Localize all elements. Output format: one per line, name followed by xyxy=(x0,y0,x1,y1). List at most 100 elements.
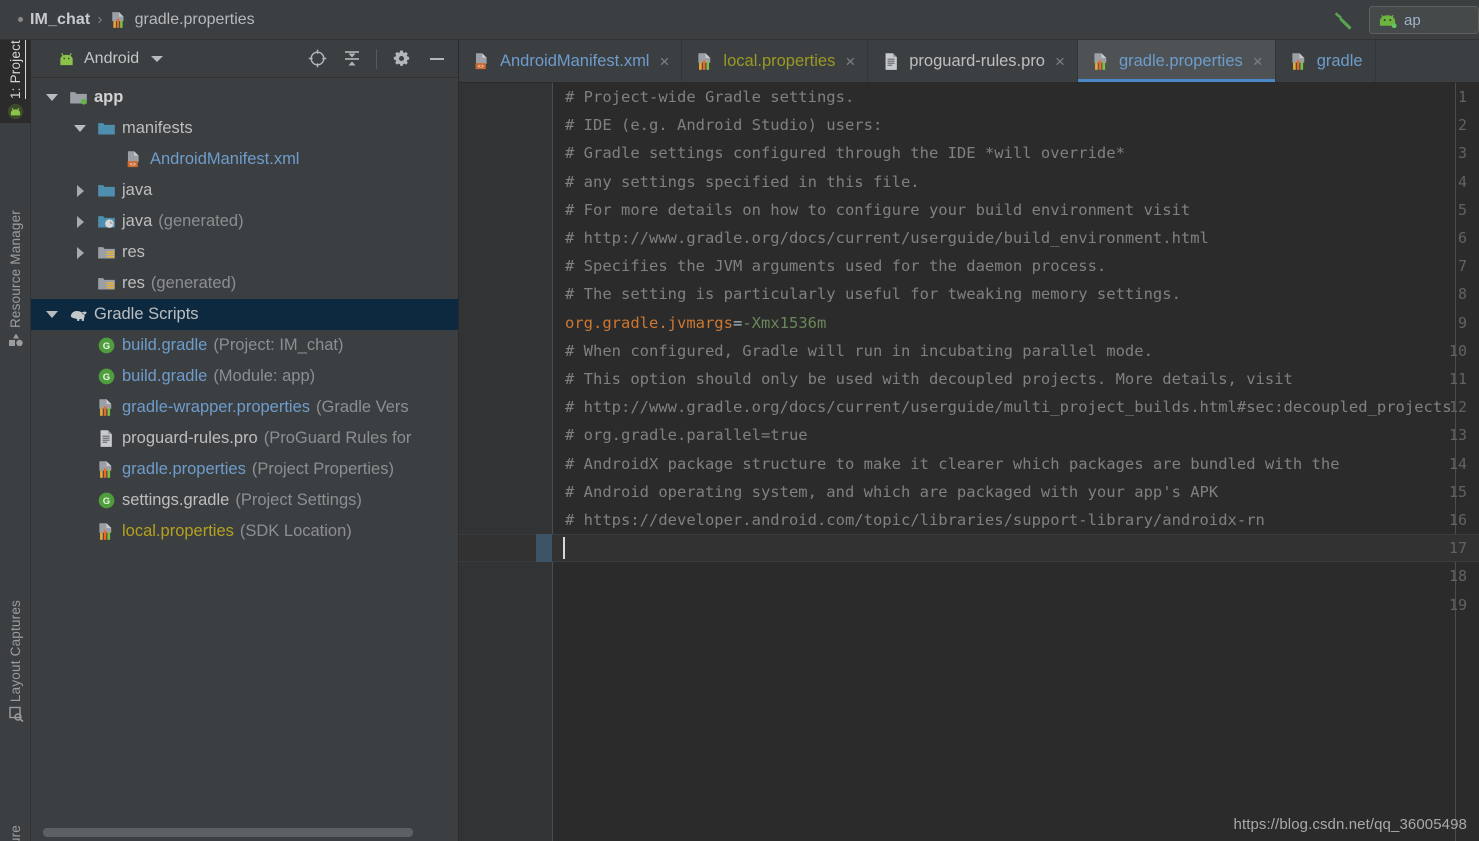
tree-row-label: local.properties xyxy=(122,522,234,540)
code-line[interactable]: # https://developer.android.com/topic/li… xyxy=(563,506,1479,534)
groovy-icon: G xyxy=(93,491,119,510)
tree-expander[interactable] xyxy=(67,125,93,132)
tree-row-label: gradle-wrapper.properties xyxy=(122,398,311,416)
code-line[interactable]: # Gradle settings configured through the… xyxy=(563,139,1479,167)
code-line[interactable]: # IDE (e.g. Android Studio) users: xyxy=(563,111,1479,139)
tree-row[interactable]: local.properties (SDK Location) xyxy=(31,516,458,547)
collapse-all-icon[interactable] xyxy=(342,49,362,69)
code-line[interactable]: # http://www.gradle.org/docs/current/use… xyxy=(563,224,1479,252)
properties-icon xyxy=(1290,52,1309,71)
close-icon[interactable]: × xyxy=(1055,53,1065,70)
build-hammer-icon[interactable] xyxy=(1325,0,1363,40)
close-icon[interactable]: × xyxy=(845,53,855,70)
tree-row[interactable]: Gsettings.gradle (Project Settings) xyxy=(31,485,458,516)
tree-row[interactable]: Gbuild.gradle (Module: app) xyxy=(31,361,458,392)
property-equals: = xyxy=(732,313,743,332)
code-line[interactable]: # This option should only be used with d… xyxy=(563,365,1479,393)
layout-captures-icon xyxy=(8,706,24,723)
res-folder-icon xyxy=(93,243,119,262)
svg-text:<>: <> xyxy=(478,63,484,69)
tree-row-label: java xyxy=(122,212,153,230)
gradle-elephant-icon xyxy=(65,305,91,324)
code-line[interactable]: org.gradle.jvmargs=-Xmx1536m xyxy=(563,309,1479,337)
code-editor[interactable]: 1 2 3 4 5 6 7 8 9 10 11 12 13 14 15 16 17 18 19 # Project-w… xyxy=(459,83,1479,841)
tree-row-sublabel: (generated) xyxy=(158,212,244,230)
tree-expander[interactable] xyxy=(39,94,65,101)
editor-tab[interactable]: gradle.properties × xyxy=(1077,40,1276,82)
code-line[interactable]: # AndroidX package structure to make it … xyxy=(563,450,1479,478)
resource-manager-icon xyxy=(8,332,24,348)
tree-row[interactable]: res xyxy=(31,237,458,268)
android-studio-window: IM_chat › gradle.properties ap 1: Projec… xyxy=(0,0,1479,841)
editor-tab-bar[interactable]: <> AndroidManifest.xml × local.properties × p… xyxy=(459,40,1479,83)
groovy-icon: G xyxy=(93,336,119,355)
tree-expander[interactable] xyxy=(67,215,93,228)
editor-tab[interactable]: proguard-rules.pro × xyxy=(868,40,1078,82)
code-line[interactable] xyxy=(563,534,1479,562)
tree-expander[interactable] xyxy=(67,246,93,259)
tree-row[interactable]: manifests xyxy=(31,113,458,144)
run-configuration-selector[interactable]: ap xyxy=(1369,6,1479,34)
tree-row[interactable]: res (generated) xyxy=(31,268,458,299)
chevron-down-icon[interactable] xyxy=(74,125,86,132)
code-line[interactable]: # org.gradle.parallel=true xyxy=(563,421,1479,449)
tree-expander[interactable] xyxy=(67,184,93,197)
code-line[interactable] xyxy=(563,562,1479,590)
tree-row[interactable]: Gradle Scripts xyxy=(31,299,458,330)
chevron-right-icon[interactable] xyxy=(76,215,84,228)
groovy-icon: G xyxy=(93,367,119,386)
minimize-icon[interactable] xyxy=(426,49,448,69)
tree-row[interactable]: <> AndroidManifest.xml xyxy=(31,144,458,175)
chevron-down-icon[interactable] xyxy=(46,311,58,318)
project-tree-hscrollbar[interactable] xyxy=(43,828,413,837)
sidebar-item-project[interactable]: 1: Project xyxy=(0,40,31,124)
editor-tab[interactable]: <> AndroidManifest.xml × xyxy=(459,40,683,82)
code-line[interactable]: # Android operating system, and which ar… xyxy=(563,478,1479,506)
sidebar-item-resource-manager-label: Resource Manager xyxy=(8,210,23,329)
close-icon[interactable]: × xyxy=(659,53,669,70)
breadcrumb-project[interactable]: IM_chat xyxy=(30,11,90,29)
project-tree[interactable]: app manifests <> AndroidManifest.xml java jav… xyxy=(31,78,458,821)
breadcrumb-dot-icon xyxy=(18,17,23,22)
fold-gutter[interactable] xyxy=(536,83,552,841)
code-line[interactable] xyxy=(563,591,1479,619)
sidebar-item-layout-captures[interactable]: Layout Captures xyxy=(0,600,31,725)
chevron-down-icon[interactable] xyxy=(151,55,164,62)
sidebar-item-resource-manager[interactable]: Resource Manager xyxy=(0,210,31,351)
editor-tab[interactable]: local.properties × xyxy=(682,40,869,82)
locate-icon[interactable] xyxy=(307,48,328,69)
android-head-icon xyxy=(1378,13,1397,28)
code-line[interactable]: # Specifies the JVM arguments used for t… xyxy=(563,252,1479,280)
tree-row[interactable]: java xyxy=(31,175,458,206)
sidebar-item-structure-label: ucture xyxy=(0,825,31,841)
gear-icon[interactable] xyxy=(391,48,412,69)
chevron-right-icon[interactable] xyxy=(76,184,84,197)
tree-row[interactable]: proguard-rules.pro (ProGuard Rules for xyxy=(31,423,458,454)
editor-area: <> AndroidManifest.xml × local.properties × p… xyxy=(459,40,1479,841)
tree-row[interactable]: Gbuild.gradle (Project: IM_chat) xyxy=(31,330,458,361)
tree-row[interactable]: app xyxy=(31,82,458,113)
properties-icon xyxy=(93,522,119,541)
code-line[interactable]: # http://www.gradle.org/docs/current/use… xyxy=(563,393,1479,421)
tree-row[interactable]: java (generated) xyxy=(31,206,458,237)
code-line[interactable]: # Project-wide Gradle settings. xyxy=(563,83,1479,111)
tree-row-label: manifests xyxy=(122,119,193,137)
tree-row-sublabel: (ProGuard Rules for xyxy=(263,429,412,447)
toolbar-divider xyxy=(376,48,377,69)
tree-row[interactable]: gradle-wrapper.properties (Gradle Vers xyxy=(31,392,458,423)
sidebar-item-structure[interactable]: ucture xyxy=(0,825,31,841)
tree-expander[interactable] xyxy=(39,311,65,318)
code-line[interactable]: # The setting is particularly useful for… xyxy=(563,280,1479,308)
project-view-selector[interactable]: Android xyxy=(31,50,164,68)
breadcrumb-file[interactable]: gradle.properties xyxy=(135,11,255,29)
chevron-down-icon[interactable] xyxy=(46,94,58,101)
code-line[interactable]: # For more details on how to configure y… xyxy=(563,196,1479,224)
close-icon[interactable]: × xyxy=(1253,53,1263,70)
tree-row[interactable]: gradle.properties (Project Properties) xyxy=(31,454,458,485)
chevron-right-icon[interactable] xyxy=(76,246,84,259)
editor-tab[interactable]: gradle xyxy=(1276,40,1376,82)
generated-folder-icon xyxy=(93,212,119,231)
code-line[interactable]: # any settings specified in this file. xyxy=(563,168,1479,196)
properties-icon xyxy=(1092,52,1111,71)
code-line[interactable]: # When configured, Gradle will run in in… xyxy=(563,337,1479,365)
